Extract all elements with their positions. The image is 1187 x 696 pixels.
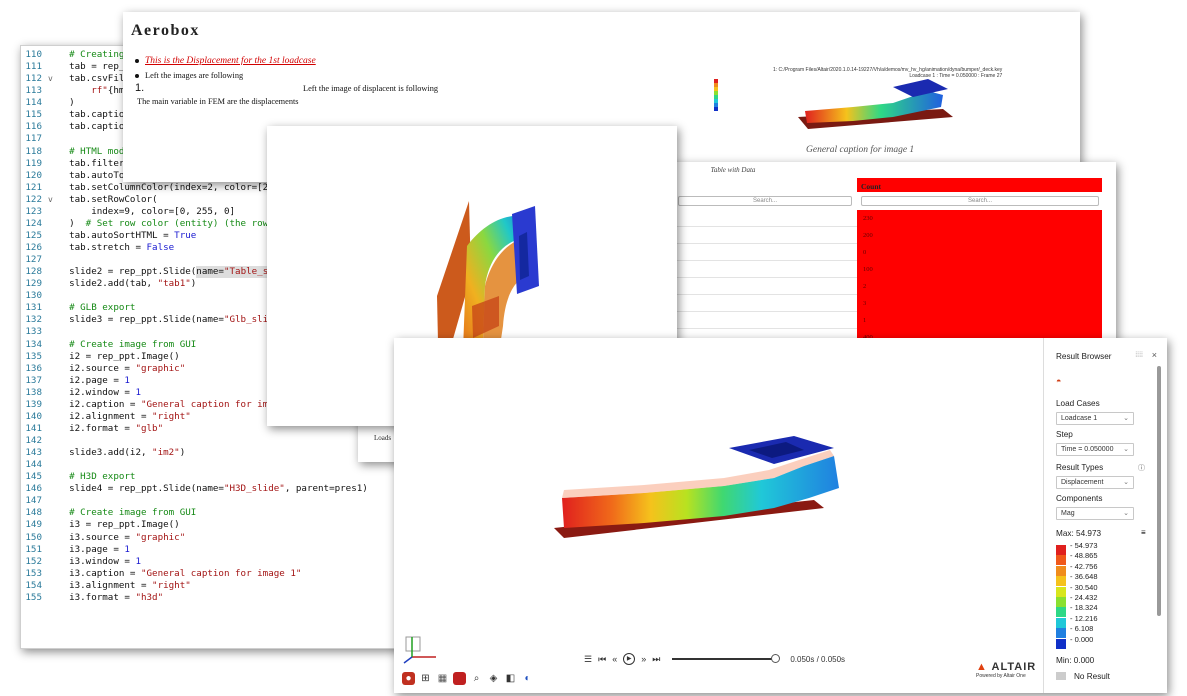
step-label: Step [1056,430,1073,439]
tree-icon[interactable]: ⊞ [419,672,432,685]
code-line[interactable]: 150 i3.source = "graphic" [21,532,421,544]
count-header[interactable]: Count [857,178,1102,192]
menu-icon[interactable]: ☰ [584,654,592,665]
numbered-item: 1. [135,82,145,94]
bullet-item: Left the images are following [135,71,243,80]
code-line[interactable]: 145 # H3D export [21,471,421,483]
legend-value: - 42.756 [1070,561,1098,571]
drag-handle-icon[interactable]: ⁞⁞⁞⁞ [1135,352,1143,359]
count-cell: 2 [857,278,1102,295]
page-title: Aerobox [131,22,200,39]
legend-swatch [1056,555,1066,566]
count-cell: 200 [857,227,1102,244]
close-icon[interactable]: × [1152,350,1157,360]
components-label: Components [1056,494,1103,503]
legend-value: - 6.108 [1070,624,1094,634]
code-line[interactable]: 148 # Create image from GUI [21,507,421,519]
panel-scrollbar[interactable] [1157,366,1161,616]
result-types-label: Result Types [1056,463,1104,472]
legend-menu-icon[interactable]: ≡ [1141,528,1146,537]
legend-swatch [1056,545,1066,555]
code-line[interactable]: 151 i3.page = 1 [21,544,421,556]
h3d-viewer[interactable]: ☰ ⏮ « ▶ » ⏭ 0.050s / 0.050s ● ⊞ ▦ ⌕ ◈ ◧ … [394,338,1167,693]
count-cell: 1 [857,312,1102,329]
legend-swatch [1056,576,1066,587]
bullet-item: This is the Displacement for the 1st loa… [135,56,316,66]
legend-value: - 18.324 [1070,603,1098,613]
fast-forward-icon[interactable]: » [641,654,646,664]
search-icon[interactable]: ⌕ [470,672,483,685]
displacement-link[interactable]: This is the Displacement for the 1st loa… [145,56,316,66]
view-icon[interactable]: ● [402,672,415,685]
contour-icon[interactable] [453,672,466,685]
displacement-thumbnail [714,79,953,129]
count-cell: 0 [857,244,1102,261]
legend-swatch [1056,586,1066,597]
measure-icon[interactable]: ◈ [487,672,500,685]
search-input-col2[interactable]: Search... [678,196,852,206]
timeline-slider[interactable] [672,654,781,663]
image-caption: General caption for image 1 [806,145,915,155]
image-text: Left the image of displacent is followin… [303,84,439,93]
legend-swatch [1056,628,1066,639]
grid-icon[interactable]: ▦ [436,672,449,685]
legend-value: - 36.648 [1070,572,1098,582]
altair-logo: ▲ ALTAIR Powered by Altair One [976,661,1037,679]
legend-value: - 24.432 [1070,593,1098,602]
panel-title: Result Browser [1056,352,1112,361]
code-line[interactable]: 154 i3.alignment = "right" [21,580,421,592]
legend-swatch [1056,617,1066,628]
result-browser-panel: Result Browser ⁞⁞⁞⁞ × ◓ Load Cases Loadc… [1043,338,1167,693]
legend-value: - 30.540 [1070,582,1098,592]
legend-swatch [1056,638,1066,649]
legend-swatch [1056,597,1066,607]
axis-triad-icon[interactable] [400,633,440,665]
last-frame-icon[interactable]: ⏭ [652,654,660,665]
main-variable-text: The main variable in FEM are the displac… [137,97,299,106]
legend-min: Min: 0.000 [1056,656,1095,665]
rewind-icon[interactable]: « [612,654,617,664]
load-cases-label: Load Cases [1056,399,1100,408]
legend-value: - 54.973 [1070,541,1098,550]
legend-swatch [1056,607,1066,618]
code-line[interactable]: 149 i3 = rep_ppt.Image() [21,519,421,531]
first-frame-icon[interactable]: ⏮ [598,654,606,665]
section-icon[interactable]: ◧ [504,672,517,685]
step-select[interactable]: Time = 0.050000 ⌄ [1056,443,1134,456]
loads-label: Loads [374,434,392,442]
result-type-select[interactable]: Displacement ⌄ [1056,476,1134,489]
result-icon[interactable]: ◓ [1056,376,1061,386]
component-select[interactable]: Mag ⌄ [1056,507,1134,520]
playback-controls: ☰ ⏮ « ▶ » ⏭ 0.050s / 0.050s [584,652,845,666]
legend-value: - 48.865 [1070,551,1098,561]
search-input-count[interactable]: Search... [861,196,1099,206]
no-result-swatch [1056,672,1066,680]
count-cell: 230 [857,210,1102,227]
animate-icon[interactable]: ◐ [521,672,534,685]
code-line[interactable]: 155 i3.format = "h3d" [21,592,421,604]
play-icon[interactable]: ▶ [623,653,636,665]
legend-value: - 12.216 [1070,613,1098,623]
count-cell: 3 [857,295,1102,312]
code-line[interactable]: 152 i3.window = 1 [21,556,421,568]
code-line[interactable]: 153 i3.caption = "General caption for im… [21,568,421,580]
legend-value: - 0.000 [1070,634,1094,644]
legend-max: Max: 54.973 [1056,529,1102,538]
legend-swatch [1056,565,1066,576]
viewer-model [554,436,839,538]
count-cell: 100 [857,261,1102,278]
info-icon[interactable]: ⓘ [1138,463,1145,473]
no-result-label: No Result [1074,672,1110,681]
mini-legend [714,79,718,111]
code-line[interactable]: 146 slide4 = rep_ppt.Slide(name= "H3D_sli… [21,483,421,495]
load-case-select[interactable]: Loadcase 1 ⌄ [1056,412,1134,425]
code-line[interactable]: 147 [21,495,421,507]
toolbar: ● ⊞ ▦ ⌕ ◈ ◧ ◐ [402,672,534,685]
time-readout: 0.050s / 0.050s [790,654,846,664]
